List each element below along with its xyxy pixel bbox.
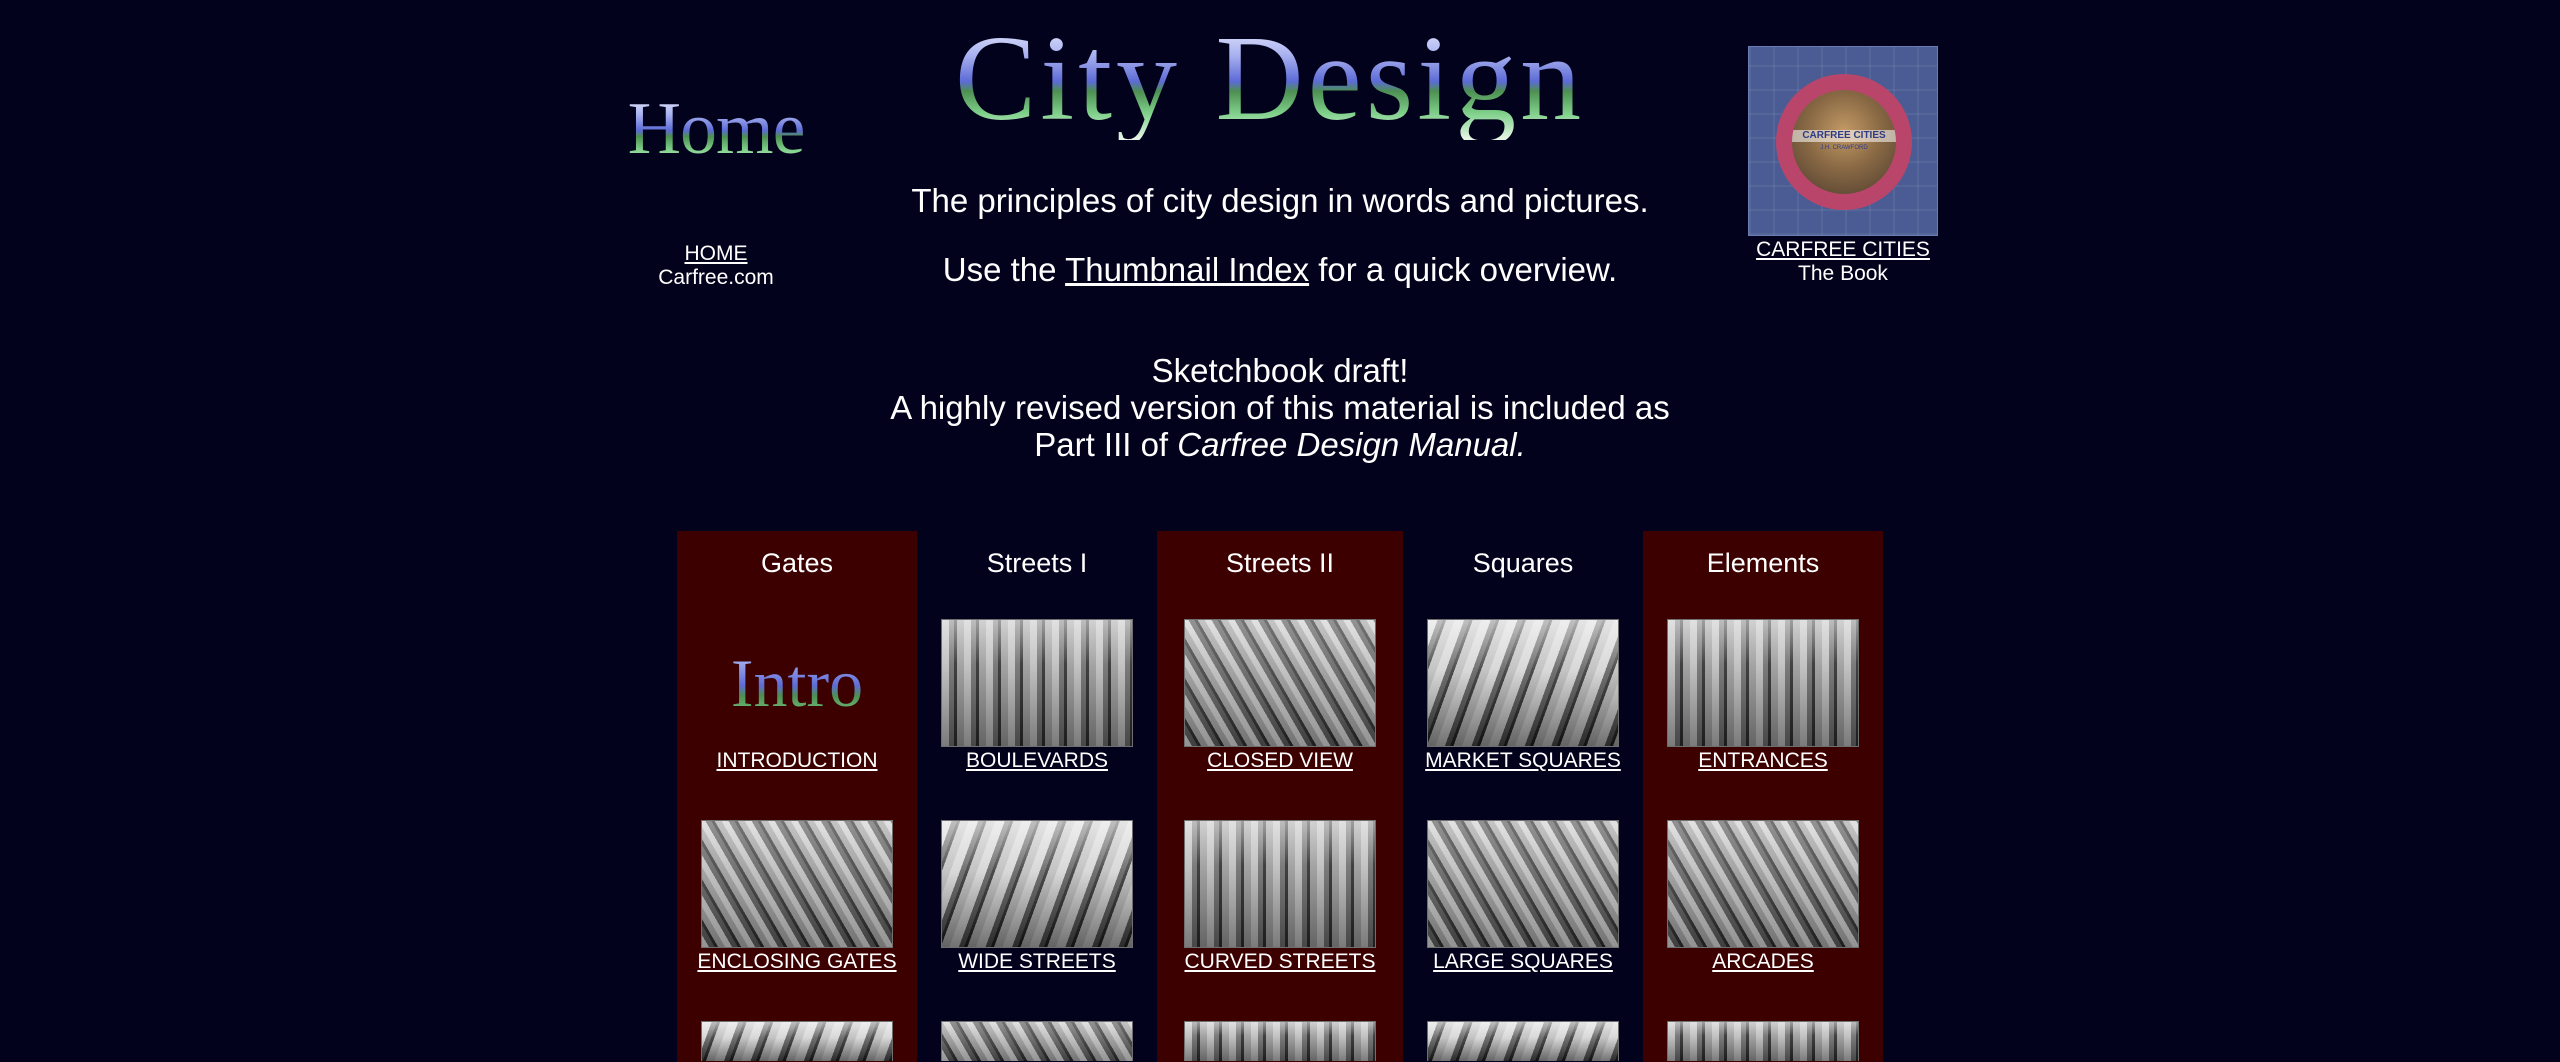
column-streets-1: Streets I BOULEVARDS WIDE STREETS	[917, 531, 1157, 1062]
grid-cell: CLOSED VIEW	[1157, 619, 1403, 773]
closed-view-thumbnail[interactable]	[1184, 619, 1376, 747]
arcades-thumbnail[interactable]	[1667, 820, 1859, 948]
topic-grid: Gates Intro INTRODUCTION ENCLOSING GATES…	[677, 531, 1883, 1062]
curved-streets-thumbnail[interactable]	[1184, 820, 1376, 948]
entrances-link[interactable]: ENTRANCES	[1698, 749, 1828, 773]
book-subtitle: The Book	[1798, 262, 1888, 285]
elements-row3-thumbnail[interactable]	[1667, 1021, 1859, 1061]
column-header: Squares	[1472, 548, 1574, 578]
column-header: Elements	[1706, 548, 1820, 578]
book-cover-photo: CARFREE CITIES J.H. CRAWFORD	[1792, 90, 1896, 194]
closed-view-link[interactable]: CLOSED VIEW	[1207, 749, 1353, 773]
grid-cell	[1403, 1021, 1643, 1061]
notice-line-3: Part III of Carfree Design Manual.	[780, 426, 1780, 463]
intro-logo[interactable]: Intro	[731, 619, 863, 747]
draft-notice: Sketchbook draft! A highly revised versi…	[780, 352, 1780, 463]
wide-streets-thumbnail[interactable]	[941, 820, 1133, 948]
grid-cell	[677, 1021, 917, 1061]
grid-cell	[917, 1021, 1157, 1061]
thumbnail-index-link[interactable]: Thumbnail Index	[1065, 251, 1309, 288]
notice-line-1: Sketchbook draft!	[1151, 352, 1409, 389]
grid-cell	[1157, 1021, 1403, 1061]
tagline: The principles of city design in words a…	[911, 182, 1649, 219]
column-header: Streets II	[1225, 548, 1335, 578]
large-squares-link[interactable]: LARGE SQUARES	[1433, 950, 1613, 974]
column-header: Gates	[760, 548, 834, 578]
introduction-link[interactable]: INTRODUCTION	[717, 749, 878, 773]
index-suffix: for a quick overview.	[1309, 251, 1618, 288]
column-header: Streets I	[986, 548, 1088, 578]
enclosing-gates-thumbnail[interactable]	[701, 820, 893, 948]
wide-streets-link[interactable]: WIDE STREETS	[958, 950, 1116, 974]
manual-title: Carfree Design Manual.	[1177, 426, 1526, 463]
index-prefix: Use the	[942, 251, 1066, 288]
home-logo[interactable]: Home	[628, 92, 806, 166]
carfree-cities-link[interactable]: CARFREE CITIES	[1740, 238, 1946, 262]
enclosing-gates-link[interactable]: ENCLOSING GATES	[697, 950, 896, 974]
grid-cell: ENTRANCES	[1643, 619, 1883, 773]
streets-1-row3-thumbnail[interactable]	[941, 1021, 1133, 1061]
book-cover-image[interactable]: CARFREE CITIES J.H. CRAWFORD	[1748, 46, 1938, 236]
market-squares-link[interactable]: MARKET SQUARES	[1425, 749, 1621, 773]
grid-cell: MARKET SQUARES	[1403, 619, 1643, 773]
streets-2-row3-thumbnail[interactable]	[1184, 1021, 1376, 1061]
market-squares-thumbnail[interactable]	[1427, 619, 1619, 747]
column-squares: Squares MARKET SQUARES LARGE SQUARES	[1403, 531, 1643, 1062]
grid-cell: BOULEVARDS	[917, 619, 1157, 773]
squares-row3-thumbnail[interactable]	[1427, 1021, 1619, 1061]
grid-cell: Intro INTRODUCTION	[677, 619, 917, 773]
notice-line-3-prefix: Part III of	[1034, 426, 1178, 463]
grid-cell: LARGE SQUARES	[1403, 820, 1643, 974]
grid-cell: ENCLOSING GATES	[677, 820, 917, 974]
column-gates: Gates Intro INTRODUCTION ENCLOSING GATES	[677, 531, 917, 1062]
site-title-logo: City Design	[950, 18, 1590, 140]
column-streets-2: Streets II CLOSED VIEW CURVED STREETS	[1157, 531, 1403, 1062]
arcades-link[interactable]: ARCADES	[1712, 950, 1814, 974]
entrances-thumbnail[interactable]	[1667, 619, 1859, 747]
grid-cell: CURVED STREETS	[1157, 820, 1403, 974]
notice-line-2: A highly revised version of this materia…	[890, 389, 1670, 426]
book-block: CARFREE CITIES J.H. CRAWFORD CARFREE CIT…	[1740, 46, 1946, 286]
book-cover-author: J.H. CRAWFORD	[1820, 145, 1868, 151]
curved-streets-link[interactable]: CURVED STREETS	[1185, 950, 1376, 974]
grid-cell	[1643, 1021, 1883, 1061]
column-elements: Elements ENTRANCES ARCADES	[1643, 531, 1883, 1062]
book-cover-title: CARFREE CITIES	[1792, 130, 1896, 142]
grid-cell: ARCADES	[1643, 820, 1883, 974]
boulevards-thumbnail[interactable]	[941, 619, 1133, 747]
gates-row3-thumbnail[interactable]	[701, 1021, 893, 1061]
large-squares-thumbnail[interactable]	[1427, 820, 1619, 948]
boulevards-link[interactable]: BOULEVARDS	[966, 749, 1108, 773]
grid-cell: WIDE STREETS	[917, 820, 1157, 974]
index-line: Use the Thumbnail Index for a quick over…	[780, 250, 1780, 290]
